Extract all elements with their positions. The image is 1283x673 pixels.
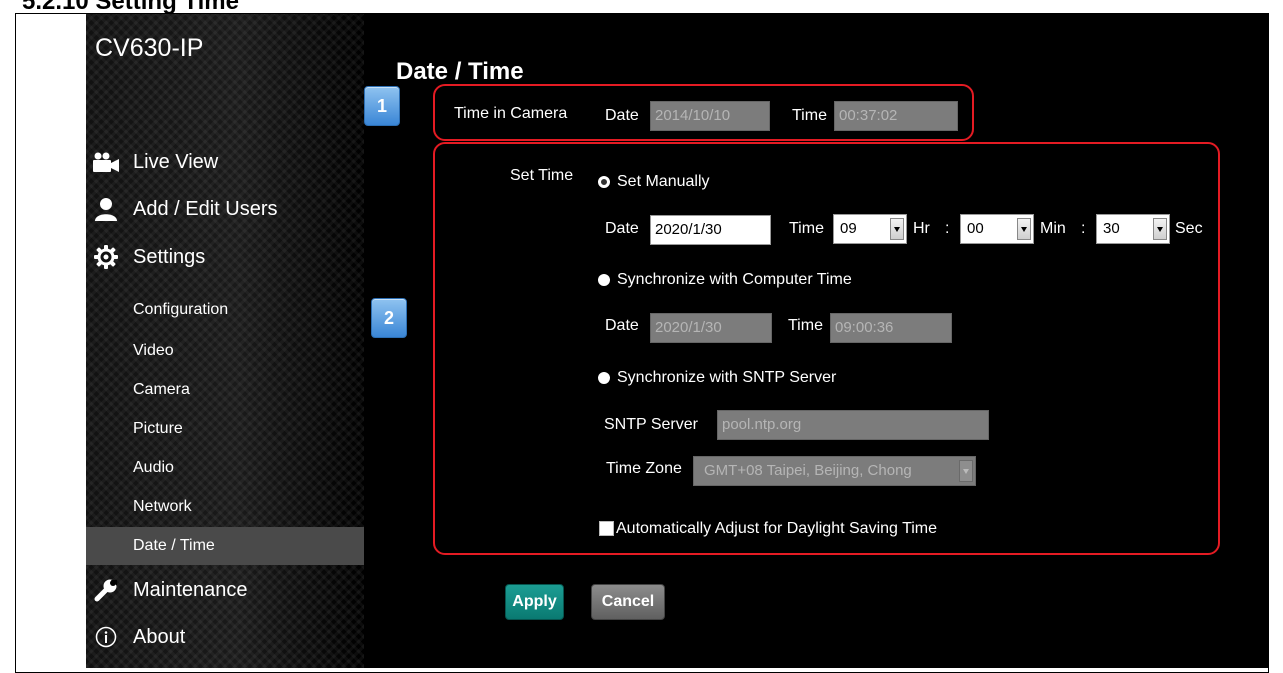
sidebar-subitem-label: Picture <box>133 420 183 437</box>
product-logo: CV630-IP <box>95 34 204 62</box>
chevron-down-icon[interactable] <box>890 218 904 240</box>
main-content: Date / Time 1 2 Time in Camera Date 2014… <box>364 14 1269 668</box>
dst-checkbox[interactable] <box>599 521 614 536</box>
dst-label[interactable]: Automatically Adjust for Daylight Saving… <box>616 520 937 538</box>
sidebar-subitem-network[interactable]: Network <box>86 488 364 526</box>
time-zone-label: Time Zone <box>606 460 682 477</box>
apply-button[interactable]: Apply <box>505 584 564 620</box>
camera-time-label: Time in Camera <box>454 105 568 122</box>
manual-date-input[interactable]: 2020/1/30 <box>650 215 771 245</box>
hour-value: 09 <box>840 220 857 237</box>
video-camera-icon <box>92 148 120 176</box>
time-separator: : <box>1081 220 1086 237</box>
sidebar-item-settings[interactable]: Settings <box>86 240 364 274</box>
camera-time-field: 00:37:02 <box>834 101 958 131</box>
sidebar-subitem-label: Camera <box>133 381 190 398</box>
gear-icon <box>92 243 120 271</box>
wrench-icon <box>92 576 120 604</box>
hour-unit-label: Hr <box>913 220 930 237</box>
sidebar-item-live-view[interactable]: Live View <box>86 145 364 179</box>
sync-sntp-label[interactable]: Synchronize with SNTP Server <box>617 369 836 387</box>
second-select[interactable]: 30 <box>1096 214 1170 244</box>
hour-select[interactable]: 09 <box>833 214 907 244</box>
sidebar-subitem-camera[interactable]: Camera <box>86 371 364 409</box>
callout-badge-2: 2 <box>371 298 407 338</box>
page-title: Date / Time <box>396 58 524 85</box>
time-separator: : <box>945 220 950 237</box>
camera-date-field: 2014/10/10 <box>650 101 770 131</box>
sidebar-subitem-audio[interactable]: Audio <box>86 449 364 487</box>
set-manually-label[interactable]: Set Manually <box>617 173 710 191</box>
sync-computer-radio[interactable] <box>598 274 610 286</box>
info-icon <box>92 623 120 651</box>
sidebar-item-label: Maintenance <box>133 578 248 601</box>
sidebar-subitem-video[interactable]: Video <box>86 332 364 370</box>
sidebar-subitem-label: Configuration <box>133 301 229 318</box>
sntp-server-label: SNTP Server <box>604 416 698 433</box>
sidebar-item-about[interactable]: About <box>86 620 364 654</box>
computer-time-label: Time <box>788 317 823 334</box>
sidebar-subitem-label: Date / Time <box>133 537 215 554</box>
camera-web-ui: CV630-IP Live View Add / Edit Users Sett… <box>86 14 1269 668</box>
camera-time-field-label: Time <box>792 107 827 124</box>
sntp-server-input[interactable]: pool.ntp.org <box>717 410 989 440</box>
sidebar-item-label: Settings <box>133 245 206 268</box>
computer-date-field: 2020/1/30 <box>650 313 772 343</box>
minute-value: 00 <box>967 220 984 237</box>
computer-date-label: Date <box>605 317 639 334</box>
highlight-box-set-time <box>433 142 1220 555</box>
sidebar-item-add-edit-users[interactable]: Add / Edit Users <box>86 192 364 226</box>
sidebar: CV630-IP Live View Add / Edit Users Sett… <box>86 14 364 668</box>
sync-sntp-radio[interactable] <box>598 372 610 384</box>
sync-computer-label[interactable]: Synchronize with Computer Time <box>617 271 852 289</box>
minute-unit-label: Min <box>1040 220 1066 237</box>
camera-date-label: Date <box>605 107 639 124</box>
computer-time-field: 09:00:36 <box>830 313 952 343</box>
chevron-down-icon[interactable] <box>959 460 973 482</box>
minute-select[interactable]: 00 <box>960 214 1034 244</box>
manual-time-label: Time <box>789 220 824 237</box>
second-unit-label: Sec <box>1175 220 1203 237</box>
sidebar-item-label: About <box>133 625 186 648</box>
sidebar-item-maintenance[interactable]: Maintenance <box>86 573 364 607</box>
sidebar-subitem-date-time[interactable]: Date / Time <box>86 527 364 565</box>
time-zone-select[interactable]: GMT+08 Taipei, Beijing, Chong <box>693 456 976 486</box>
cancel-button[interactable]: Cancel <box>591 584 665 620</box>
sidebar-item-label: Live View <box>133 150 219 173</box>
manual-date-label: Date <box>605 220 639 237</box>
chevron-down-icon[interactable] <box>1153 218 1167 240</box>
sidebar-subitem-label: Audio <box>133 459 174 476</box>
second-value: 30 <box>1103 220 1120 237</box>
sidebar-item-label: Add / Edit Users <box>133 197 278 220</box>
sidebar-subitem-configuration[interactable]: Configuration <box>86 291 364 329</box>
sidebar-subitem-picture[interactable]: Picture <box>86 410 364 448</box>
sidebar-subitem-label: Video <box>133 342 174 359</box>
set-manually-radio[interactable] <box>598 176 610 188</box>
sidebar-subitem-label: Network <box>133 498 192 515</box>
chevron-down-icon[interactable] <box>1017 218 1031 240</box>
set-time-label: Set Time <box>510 167 574 184</box>
user-icon <box>92 195 120 223</box>
callout-badge-1: 1 <box>364 86 400 126</box>
time-zone-value: GMT+08 Taipei, Beijing, Chong <box>704 462 912 479</box>
